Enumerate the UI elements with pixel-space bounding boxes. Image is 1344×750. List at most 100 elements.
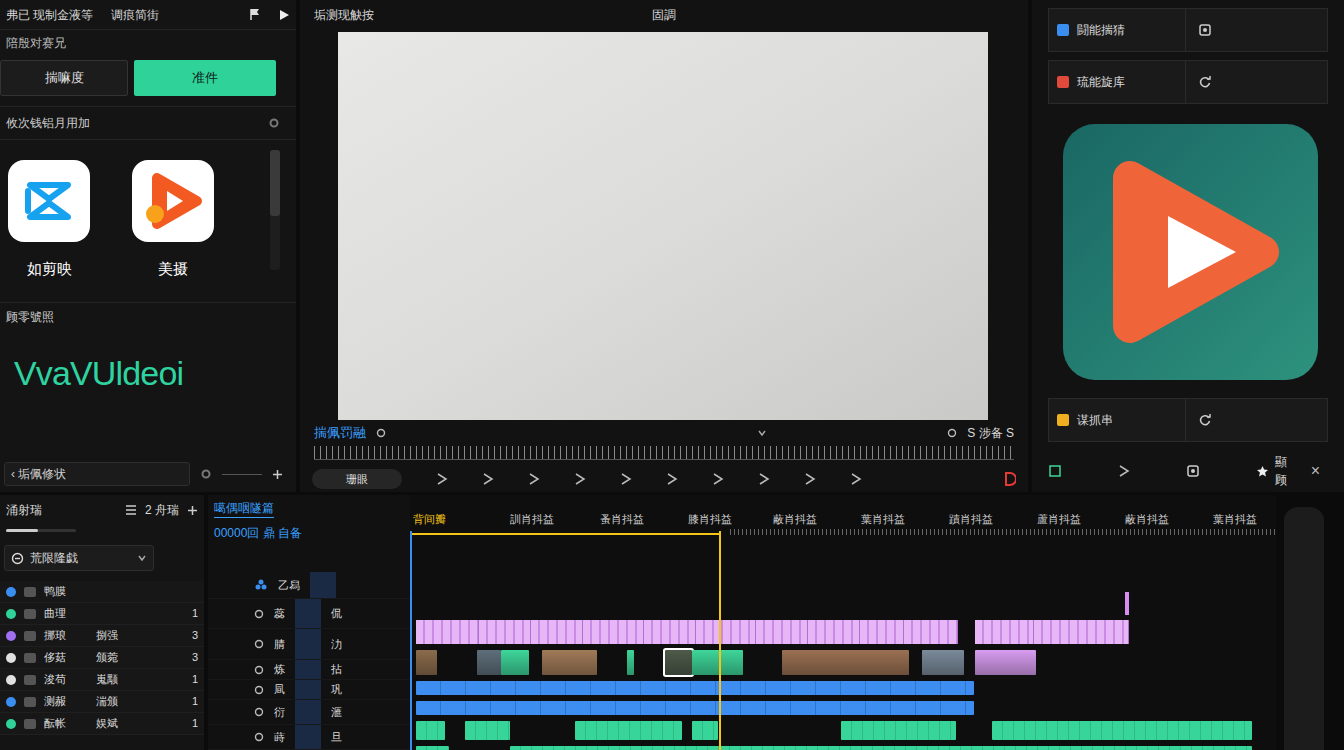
track-list-item[interactable]: 测赧湍颁1 (0, 691, 204, 713)
tool-icon[interactable] (850, 472, 862, 486)
tool-icon[interactable] (666, 472, 678, 486)
media-tab[interactable]: 揣嘛度 (0, 60, 128, 96)
refresh-icon[interactable] (1198, 75, 1212, 89)
timeline-clip[interactable] (808, 620, 860, 644)
track-header[interactable]: 乙舄 (208, 572, 410, 599)
timeline-clip[interactable] (904, 620, 959, 644)
timeline-clip[interactable] (1034, 620, 1129, 644)
app-tile[interactable]: 美摄 (132, 160, 214, 298)
timeline-clip[interactable] (644, 620, 696, 644)
settings-icon[interactable] (268, 117, 280, 129)
timeline-clip[interactable] (465, 721, 510, 740)
play-icon[interactable] (279, 9, 290, 21)
track-list-item[interactable]: 侈菇颁菀3 (0, 647, 204, 669)
track-header[interactable]: 衍滙 (208, 700, 410, 725)
playhead[interactable] (719, 531, 721, 750)
copy-icon[interactable] (1186, 464, 1200, 478)
expand-icon[interactable] (757, 428, 767, 438)
media-field[interactable]: ‹ 垢佩修状 (4, 462, 190, 486)
tool-icon[interactable] (574, 472, 586, 486)
track-header[interactable]: 腈氻 (208, 629, 410, 660)
timeline-clip[interactable] (510, 746, 1251, 750)
settings-icon[interactable] (1198, 23, 1212, 37)
capcut-app-icon[interactable] (8, 160, 90, 242)
timeline-clip[interactable] (665, 650, 693, 675)
timeline-clip[interactable] (416, 650, 437, 675)
flag-icon[interactable] (249, 8, 261, 21)
inspector-row[interactable]: 闘能揣猜 (1048, 8, 1328, 52)
media-tab[interactable]: 准件 (134, 60, 276, 96)
timeline-clip[interactable] (756, 620, 808, 644)
layout-icon[interactable] (1048, 464, 1062, 478)
timeline-clip[interactable] (479, 620, 531, 644)
timeline-clip[interactable] (696, 620, 757, 644)
track-header[interactable]: 炼拈 (208, 660, 410, 680)
tool-icon[interactable] (528, 472, 540, 486)
timeline-clip[interactable] (992, 721, 1252, 740)
timeline-clip[interactable] (860, 620, 903, 644)
dropdown-icon[interactable] (137, 553, 147, 563)
timeline-clip[interactable] (501, 650, 529, 675)
inspector-row[interactable]: 谋抓串 (1048, 398, 1328, 442)
close-button[interactable]: × (1311, 459, 1320, 483)
tool-icon[interactable] (758, 472, 770, 486)
play-app-icon[interactable] (132, 160, 214, 242)
timeline-ruler[interactable]: 背间瓣訓肖抖益蚤肖抖益膝肖抖益蔽肖抖益葉肖抖益蹟肖抖益蘆肖抖益蔽肖抖益葉肖抖益 (410, 495, 1276, 590)
timeline-clip[interactable] (692, 650, 742, 675)
filter-icon[interactable] (200, 468, 212, 480)
inspector-row[interactable]: 琉能旋库 (1048, 60, 1328, 104)
star-icon[interactable] (1256, 465, 1269, 478)
timeline[interactable]: 背间瓣訓肖抖益蚤肖抖益膝肖抖益蔽肖抖益葉肖抖益蹟肖抖益蘆肖抖益蔽肖抖益葉肖抖益 (410, 495, 1276, 750)
track-list-item[interactable]: 挪琅捌强3 (0, 625, 204, 647)
timeline-clip[interactable] (692, 721, 718, 740)
track-lock-column[interactable] (295, 660, 321, 679)
timeline-scrollbar[interactable] (1284, 507, 1324, 750)
track-list-item[interactable]: 酝帐娱斌1 (0, 713, 204, 735)
timeline-clip[interactable] (583, 620, 644, 644)
timeline-clip[interactable] (416, 701, 974, 715)
tool-icon[interactable] (712, 472, 724, 486)
fit-icon[interactable] (947, 428, 957, 438)
timeline-clip[interactable] (531, 620, 583, 644)
collapse-icon[interactable] (11, 552, 24, 565)
timeline-clip[interactable] (841, 721, 955, 740)
timeline-clip[interactable] (416, 721, 445, 740)
preview-scrubber[interactable] (314, 446, 1014, 460)
track-header[interactable]: 蒔旦 (208, 725, 410, 750)
track-list-item[interactable]: 曲理1 (0, 603, 204, 625)
track-list-item[interactable]: 鸭膜 (0, 581, 204, 603)
track-lock-column[interactable] (295, 629, 321, 659)
track-lock-column[interactable] (310, 572, 336, 598)
track-header[interactable]: 凬巩 (208, 680, 410, 700)
timeline-clip[interactable] (542, 650, 597, 675)
tool-icon[interactable] (436, 472, 448, 486)
track-search[interactable]: 荒限隆戯 (4, 545, 154, 571)
loop-icon[interactable] (376, 428, 386, 438)
timeline-clip[interactable] (416, 746, 449, 750)
timeline-clip[interactable] (975, 620, 1033, 644)
app-tile[interactable]: 如剪映 (8, 160, 90, 298)
toolbar-pill[interactable]: 珊眼 (312, 469, 402, 489)
list-icon[interactable] (125, 504, 137, 516)
add-icon[interactable] (272, 469, 283, 480)
tool-icon[interactable] (804, 472, 816, 486)
timeline-clip[interactable] (782, 650, 908, 675)
timeline-clip[interactable] (922, 650, 964, 675)
tool-icon[interactable] (482, 472, 494, 486)
timeline-clip[interactable] (575, 721, 682, 740)
timeline-clip[interactable] (416, 620, 479, 644)
timeline-clip[interactable] (1125, 592, 1128, 615)
track-header[interactable]: 蕊侃 (208, 599, 410, 629)
add-icon[interactable] (187, 505, 198, 516)
timeline-clip[interactable] (627, 650, 635, 675)
timeline-clip[interactable] (975, 650, 1036, 675)
track-list-item[interactable]: 浚苟嵬颙1 (0, 669, 204, 691)
track-lock-column[interactable] (295, 700, 321, 724)
timeline-clip[interactable] (416, 681, 974, 695)
media-scrollbar[interactable] (270, 150, 280, 270)
pen-icon[interactable] (1118, 464, 1130, 478)
track-lock-column[interactable] (295, 680, 321, 699)
media-scroll-thumb[interactable] (270, 150, 280, 216)
refresh-icon[interactable] (1198, 413, 1212, 427)
tool-icon[interactable] (620, 472, 632, 486)
